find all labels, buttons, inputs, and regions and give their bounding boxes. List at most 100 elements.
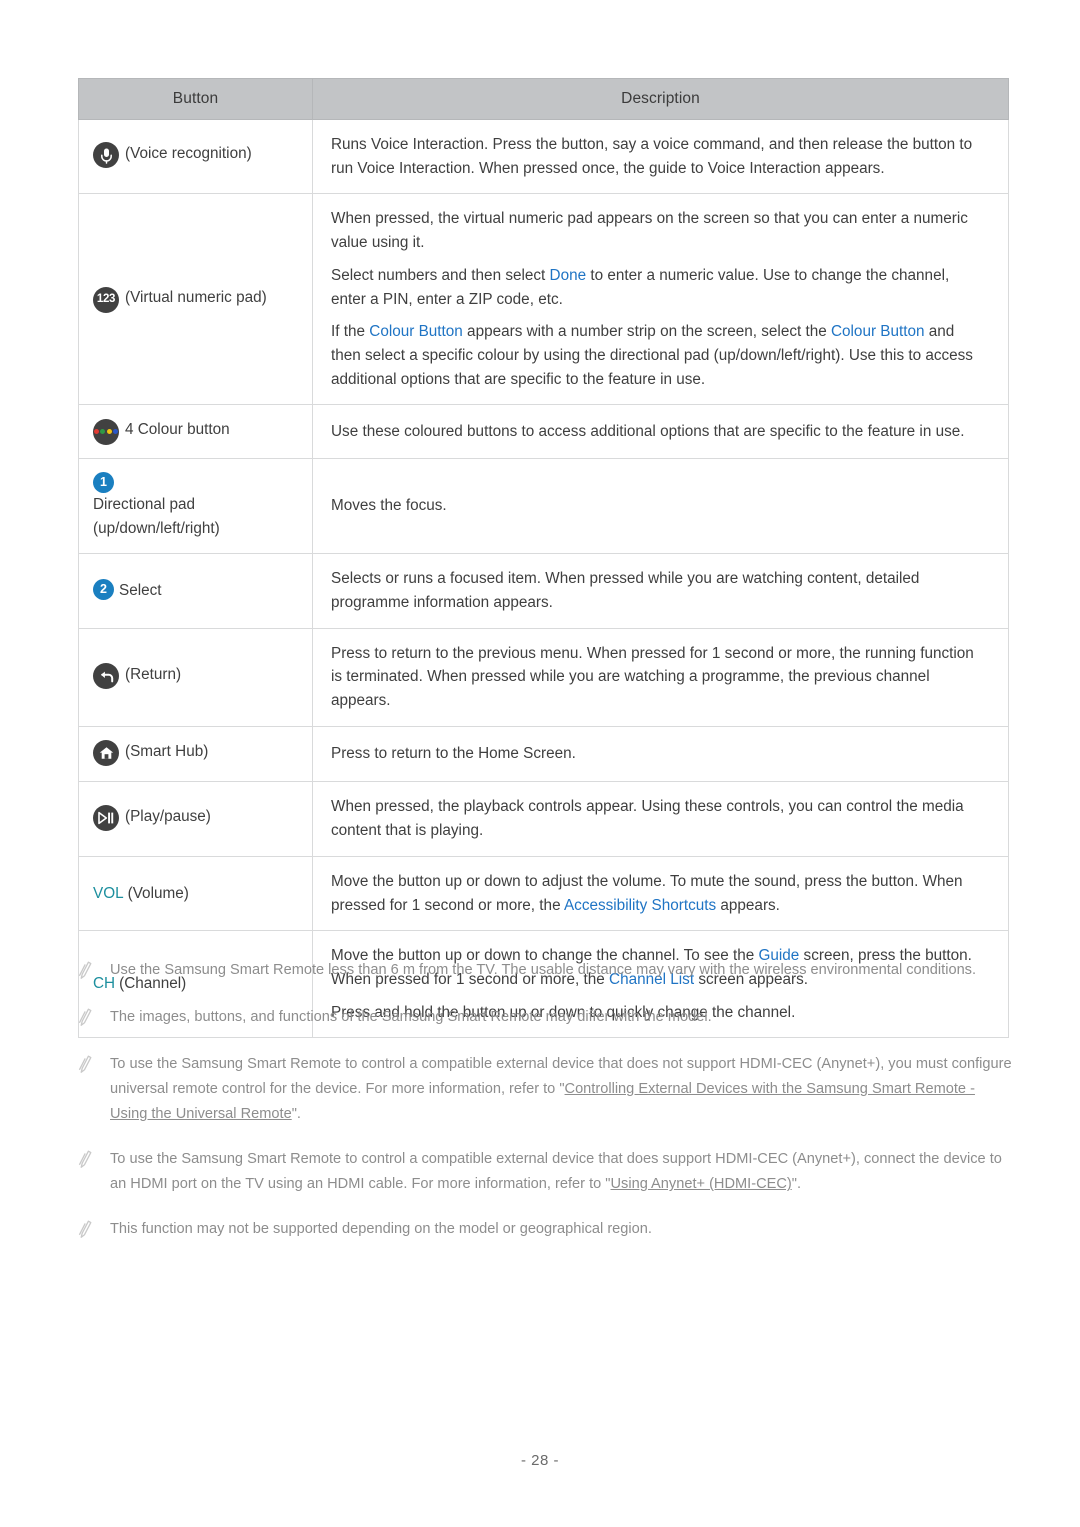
button-label-text: (Smart Hub): [125, 742, 209, 760]
button-cell: 123 (Virtual numeric pad): [78, 193, 313, 406]
microphone-icon: [93, 142, 119, 171]
button-label-text: 4 Colour button: [125, 421, 230, 439]
button-cell: 2 Select: [78, 553, 313, 629]
note-icon-wrap: [78, 1217, 110, 1244]
note-icon-wrap: [78, 1005, 110, 1032]
description-paragraph: Press to return to the Home Screen.: [331, 742, 986, 766]
description-paragraph: Runs Voice Interaction. Press the button…: [331, 133, 986, 180]
button-label-text: (Play/pause): [125, 808, 211, 826]
description-paragraph: If the Colour Button appears with a numb…: [331, 320, 986, 391]
inline-text: When pressed, the playback controls appe…: [331, 798, 964, 840]
inline-text: If the: [331, 323, 370, 341]
inline-text: Selects or runs a focused item. When pre…: [331, 570, 920, 611]
note-icon-wrap: [78, 1052, 110, 1079]
note-text: To use the Samsung Smart Remote to contr…: [110, 1147, 1013, 1197]
description-paragraph: Moves the focus.: [331, 494, 986, 518]
column-header-description: Description: [312, 78, 1009, 120]
button-label-text: (Volume): [127, 884, 189, 902]
button-label: 1 Directional pad (up/down/left/right): [93, 471, 304, 540]
inline-text: To use the Samsung Smart Remote to contr…: [110, 1151, 1002, 1193]
table-row: (Return) Press to return to the previous …: [78, 627, 1009, 727]
inline-text: Runs Voice Interaction. Press the button…: [331, 136, 973, 177]
description-cell: Move the button up or down to adjust the…: [312, 855, 1009, 932]
note-text: This function may not be supported depen…: [110, 1217, 1013, 1242]
inline-text: Use the Samsung Smart Remote less than 6…: [110, 962, 977, 978]
button-cell: (Voice recognition): [78, 118, 313, 195]
table-header-row: Button Description: [78, 78, 1009, 120]
inline-text: Press to return to the Home Screen.: [331, 745, 576, 763]
numeric-pad-icon: 123: [93, 286, 119, 313]
table-row: 1 Directional pad (up/down/left/right) Mov…: [78, 457, 1009, 555]
description-paragraph: Selects or runs a focused item. When pre…: [331, 567, 986, 614]
button-cell: VOL (Volume): [78, 855, 313, 932]
button-label: (Voice recognition): [93, 142, 304, 171]
description-paragraph: Use these coloured buttons to access add…: [331, 420, 986, 444]
inline-text: This function may not be supported depen…: [110, 1221, 652, 1238]
inline-text: ".: [291, 1106, 301, 1123]
inline-reference-link[interactable]: Using Anynet+ (HDMI-CEC): [611, 1176, 792, 1192]
document-page: Button Description (Voice recognition) Ru…: [0, 0, 1080, 1527]
inline-link-text[interactable]: Accessibility Shortcuts: [564, 897, 716, 914]
description-cell: When pressed, the virtual numeric pad ap…: [312, 193, 1009, 406]
volume-key-icon: VOL: [93, 884, 124, 902]
inline-link-text[interactable]: Colour Button: [369, 323, 463, 340]
table-row: VOL (Volume) Move the button up or down to…: [78, 855, 1009, 932]
description-paragraph: Press to return to the previous menu. Wh…: [331, 642, 986, 713]
page-number: - 28 -: [520, 1452, 559, 1469]
button-cell: 4 Colour button: [78, 404, 313, 459]
four-colour-button-icon: [93, 418, 119, 445]
button-label-text: (Return): [125, 666, 182, 684]
button-label: VOL (Volume): [93, 882, 304, 906]
inline-text: Select numbers and then select: [331, 266, 550, 284]
pencil-note-icon: [78, 1221, 93, 1243]
inline-text: The images, buttons, and functions of th…: [110, 1009, 712, 1025]
button-cell: (Smart Hub): [78, 725, 313, 783]
button-label-text: (Voice recognition): [125, 145, 252, 163]
inline-text: appears.: [716, 896, 780, 914]
inline-link-text[interactable]: Done: [550, 267, 587, 284]
description-cell: When pressed, the playback controls appe…: [312, 781, 1009, 857]
number-badge-2-icon: 2: [93, 579, 114, 601]
number-badge-1-icon: 1: [93, 471, 114, 493]
inline-text: appears with a number strip on the scree…: [462, 323, 831, 341]
button-label-text: Directional pad (up/down/left/right): [93, 495, 220, 537]
inline-link-text[interactable]: Colour Button: [831, 323, 925, 340]
description-paragraph: When pressed, the virtual numeric pad ap…: [331, 207, 986, 254]
table-row: (Voice recognition) Runs Voice Interactio…: [78, 118, 1009, 195]
description-paragraph: When pressed, the playback controls appe…: [331, 795, 986, 842]
column-header-button: Button: [78, 78, 313, 120]
button-label: 4 Colour button: [93, 418, 304, 445]
description-paragraph: Move the button up or down to adjust the…: [331, 870, 986, 917]
notes-list: Use the Samsung Smart Remote less than 6…: [78, 958, 1013, 1264]
return-icon: [93, 663, 119, 691]
note-item: To use the Samsung Smart Remote to contr…: [78, 1052, 1013, 1127]
description-cell: Moves the focus.: [312, 457, 1009, 555]
table-row: (Smart Hub) Press to return to the Home S…: [78, 725, 1009, 783]
description-cell: Press to return to the previous menu. Wh…: [312, 627, 1009, 727]
note-text: The images, buttons, and functions of th…: [110, 1005, 1013, 1030]
note-icon-wrap: [78, 1147, 110, 1174]
inline-text: Moves the focus.: [331, 497, 447, 515]
description-cell: Press to return to the Home Screen.: [312, 725, 1009, 783]
button-label: (Smart Hub): [93, 739, 304, 769]
description-paragraph: Select numbers and then select Done to e…: [331, 264, 986, 311]
table-body: (Voice recognition) Runs Voice Interactio…: [78, 118, 1009, 1039]
button-label: 2 Select: [93, 579, 304, 603]
button-cell: (Return): [78, 627, 313, 727]
inline-text: Press to return to the previous menu. Wh…: [331, 644, 974, 710]
note-text: To use the Samsung Smart Remote to contr…: [110, 1052, 1013, 1127]
table-row: 4 Colour button Use these coloured button…: [78, 404, 1009, 459]
table-row: 123 (Virtual numeric pad) When pressed, th…: [78, 193, 1009, 406]
pencil-note-icon: [78, 1055, 93, 1078]
button-label: (Return): [93, 663, 304, 691]
pencil-note-icon: [78, 961, 93, 984]
button-label-text: Select: [119, 582, 162, 600]
pencil-note-icon: [78, 1008, 93, 1031]
smart-hub-home-icon: [93, 739, 119, 769]
inline-text: When pressed, the virtual numeric pad ap…: [331, 210, 968, 252]
remote-button-table: Button Description (Voice recognition) Ru…: [78, 78, 1009, 1039]
pencil-note-icon: [78, 1150, 93, 1173]
inline-text: ".: [791, 1176, 802, 1193]
note-item: The images, buttons, and functions of th…: [78, 1005, 1013, 1032]
play-pause-icon: [93, 805, 119, 833]
